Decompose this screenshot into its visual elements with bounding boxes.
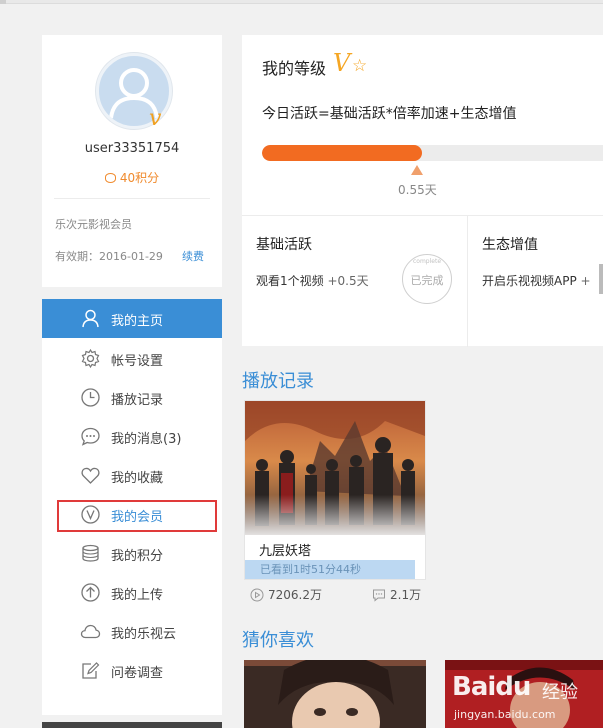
upload-icon	[81, 583, 100, 602]
star-icon: ☆	[352, 56, 368, 76]
nav-item-uploads[interactable]: 我的上传	[42, 573, 222, 612]
comment-count: 2.1万	[372, 586, 421, 603]
coins-icon	[82, 544, 99, 562]
renew-link[interactable]: 续费	[182, 248, 204, 264]
points-link[interactable]: 40积分	[42, 169, 222, 186]
completed-stamp: complete 已完成	[402, 254, 452, 304]
nav-item-favorites[interactable]: 我的收藏	[42, 456, 222, 495]
task-eco-title: 生态增值	[482, 237, 538, 253]
nav-item-letv-cloud[interactable]: 我的乐视云	[42, 612, 222, 651]
nav-label: 播放记录	[111, 393, 164, 408]
progress-fill	[262, 145, 423, 161]
task-basic-reward: +0.5天	[327, 274, 369, 288]
nav-label: 问卷调查	[111, 666, 164, 681]
watermark-url: jingyan.baidu.com	[454, 708, 556, 721]
survey-icon	[82, 662, 100, 679]
section-title-recommend: 猜你喜欢	[242, 630, 314, 651]
stamp-text: 已完成	[410, 274, 444, 287]
nav-label: 我的消息(3)	[111, 432, 182, 447]
nav-item-play-history[interactable]: 播放记录	[42, 378, 222, 417]
watermark-cn: 经验	[542, 682, 578, 703]
thumbnail-image	[244, 660, 426, 728]
play-icon	[250, 588, 264, 602]
comment-icon	[373, 589, 385, 602]
play-count: 7206.2万	[250, 586, 322, 603]
profile-card: v user33351754 40积分 乐次元影视会员 有效期：2016-01-…	[42, 35, 222, 287]
stamp-arc-text: complete	[412, 258, 442, 265]
task-basic-text: 观看1个视频	[256, 274, 324, 288]
task-basic-desc: 观看1个视频 +0.5天	[256, 272, 369, 289]
section-title-history: 播放记录	[242, 371, 314, 392]
nav-label: 我的积分	[111, 549, 164, 564]
progress-track	[262, 145, 603, 161]
top-bar-nub	[0, 0, 6, 4]
clock-icon	[81, 388, 100, 407]
video-card[interactable]: 九层妖塔 已看到1时51分44秒	[244, 400, 426, 580]
task-eco-reward: +	[580, 274, 591, 288]
vip-badge-icon: v	[149, 106, 162, 131]
poster-image	[245, 401, 425, 535]
task-divider	[467, 216, 468, 347]
message-icon	[81, 427, 100, 446]
scroll-edge[interactable]	[599, 264, 603, 294]
nav-item-messages[interactable]: 我的消息(3)	[42, 417, 222, 456]
watermark-brand: Baidu	[452, 672, 531, 702]
recommend-thumbnail[interactable]	[244, 660, 426, 728]
task-eco-text: 开启乐视视频APP	[482, 274, 577, 288]
vip-level-icon: V	[333, 49, 351, 77]
nav-label: 帐号设置	[111, 354, 164, 369]
level-card: 我的等级 V ☆ 今日活跃=基础活跃*倍率加速+生态增值 0.55天	[242, 35, 603, 215]
nav-label: 我的乐视云	[111, 627, 177, 642]
nav-item-home[interactable]: 我的主页	[42, 299, 222, 338]
nav-label: 我的上传	[111, 588, 164, 603]
footer-strip	[42, 722, 222, 728]
highlight-box	[57, 500, 217, 532]
task-eco-desc: 开启乐视视频APP +	[482, 272, 591, 289]
baidu-watermark: Baidu 经验 jingyan.baidu.com	[452, 672, 600, 726]
nav-label: 我的收藏	[111, 471, 164, 486]
username: user33351754	[84, 141, 180, 156]
progress-pointer-icon	[411, 165, 423, 175]
task-basic-title: 基础活跃	[256, 237, 312, 253]
progress-days: 0.55天	[398, 183, 437, 197]
video-title[interactable]: 九层妖塔	[259, 540, 311, 559]
video-stats: 7206.2万 2.1万	[250, 586, 426, 604]
level-title: 我的等级	[262, 59, 327, 78]
top-bar	[0, 0, 603, 4]
cloud-icon	[80, 624, 101, 639]
activity-formula: 今日活跃=基础活跃*倍率加速+生态增值	[262, 106, 517, 122]
play-count-value: 7206.2万	[268, 588, 322, 602]
expire-date: 有效期：2016-01-29	[55, 250, 163, 263]
gear-icon	[81, 348, 100, 369]
activity-tasks: 基础活跃 观看1个视频 +0.5天 complete 已完成 生态增值 开启乐视…	[242, 215, 603, 347]
heart-icon	[81, 467, 100, 484]
points-label: 40积分	[119, 171, 160, 185]
nav-item-survey[interactable]: 问卷调查	[42, 651, 222, 690]
watch-progress: 已看到1时51分44秒	[245, 560, 415, 579]
comment-count-value: 2.1万	[390, 588, 422, 602]
divider	[54, 198, 210, 199]
video-poster[interactable]	[245, 401, 425, 535]
user-icon	[82, 309, 99, 328]
nav-label: 我的主页	[111, 314, 164, 329]
coins-icon	[104, 173, 116, 183]
member-type: 乐次元影视会员	[55, 218, 132, 231]
nav-item-account-settings[interactable]: 帐号设置	[42, 339, 222, 378]
nav-item-points[interactable]: 我的积分	[42, 534, 222, 573]
